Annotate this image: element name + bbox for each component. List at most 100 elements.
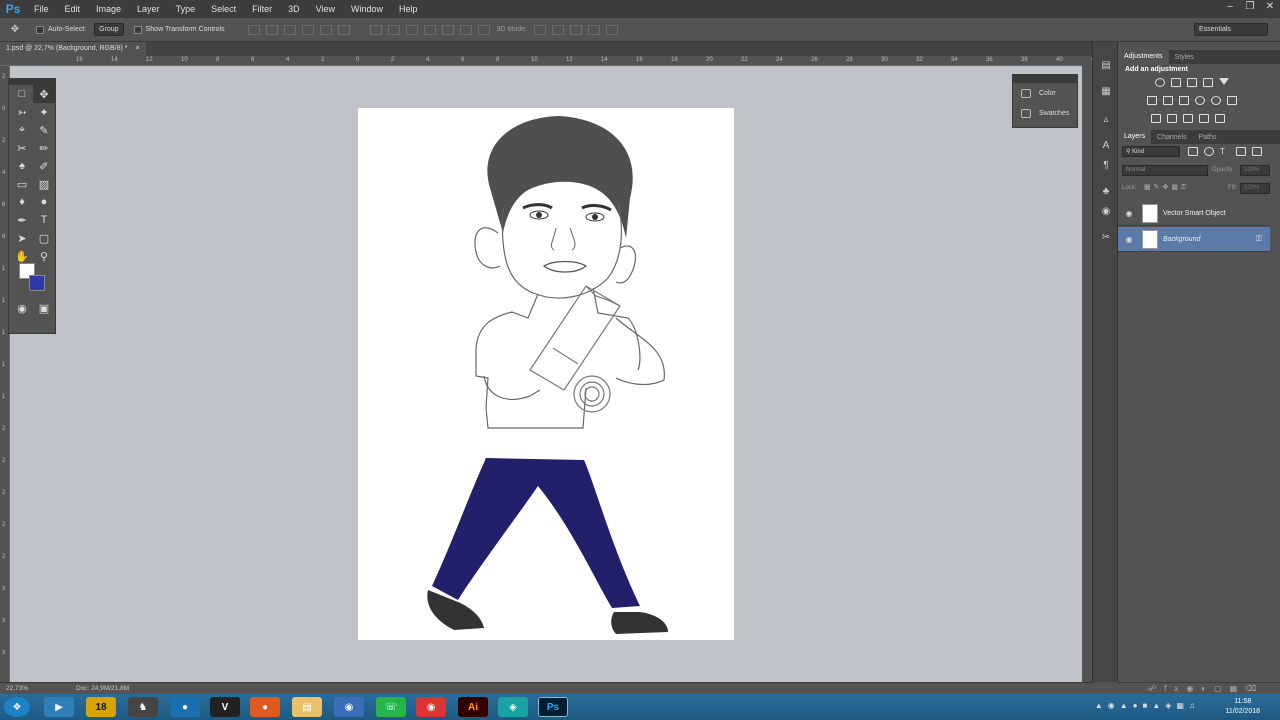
app-icon[interactable]: ◈ [498,697,528,717]
gradient-tool-icon[interactable]: ▨ [33,175,55,193]
lasso-tool-icon[interactable]: ➳ [11,103,33,121]
black-white-icon[interactable] [1179,96,1189,105]
swatches-panel-button[interactable]: Swatches [1013,103,1077,123]
channel-mixer-icon[interactable] [1211,96,1221,105]
system-tray-icon[interactable]: ▲◉▲●■▲◈▦♫ [1095,701,1200,710]
paragraph-panel-icon[interactable]: ¶ [1100,160,1112,172]
3d-rotate-icon[interactable] [533,24,546,35]
distribute-left-icon[interactable] [423,24,436,35]
tab-layers[interactable]: Layers [1118,130,1152,144]
gradient-map-icon[interactable] [1199,114,1209,123]
clock[interactable]: 11:58 11/02/2018 [1225,697,1260,717]
document-canvas[interactable] [358,108,734,640]
align-bottom-icon[interactable] [283,24,296,35]
properties-panel-icon[interactable]: ▦ [1100,86,1112,98]
history-brush-tool-icon[interactable]: ✐ [33,157,55,175]
levels-icon[interactable] [1171,78,1181,87]
hue-saturation-icon[interactable] [1147,96,1157,105]
menu-help[interactable]: Help [391,0,426,18]
align-vcenter-icon[interactable] [265,24,278,35]
firefox-icon[interactable]: ● [250,697,280,717]
background-color-swatch[interactable] [29,275,45,291]
zoom-tool-icon[interactable]: ⚲ [33,247,55,265]
eye-icon[interactable]: ◉ [1122,235,1136,244]
opacity-input[interactable]: 100% [1240,165,1270,176]
pen-tool-icon[interactable]: ✒ [11,211,33,229]
menu-filter[interactable]: Filter [244,0,280,18]
brush-presets-panel-icon[interactable]: ◉ [1100,206,1112,218]
magic-wand-tool-icon[interactable]: ✦ [33,103,55,121]
clone-source-panel-icon[interactable]: ♣ [1100,186,1112,198]
screen-mode-icon[interactable]: ▣ [33,299,55,317]
layer-filter-dropdown[interactable]: ⚲ Kind [1122,146,1180,157]
invert-icon[interactable] [1151,114,1161,123]
tab-adjustments[interactable]: Adjustments [1118,50,1169,64]
align-right-icon[interactable] [337,24,350,35]
dodge-tool-icon[interactable]: ● [33,193,55,211]
threshold-icon[interactable] [1183,114,1193,123]
chrome-icon[interactable]: ◉ [416,697,446,717]
photo-filter-icon[interactable] [1195,96,1205,105]
browser-icon[interactable]: ● [170,697,200,717]
app-icon[interactable]: ♞ [128,697,158,717]
eraser-tool-icon[interactable]: ▭ [11,175,33,193]
3d-scale-icon[interactable] [605,24,618,35]
actions-panel-icon[interactable]: ▵ [1100,114,1112,126]
move-tool-icon[interactable]: ✥ [33,85,55,103]
character-panel-icon[interactable]: A [1100,140,1112,152]
menu-layer[interactable]: Layer [129,0,168,18]
close-tab-icon[interactable]: × [135,45,139,52]
menu-edit[interactable]: Edit [57,0,89,18]
file-explorer-icon[interactable]: ▤ [292,697,322,717]
menu-file[interactable]: File [26,0,57,18]
blend-mode-dropdown[interactable]: Normal [1122,165,1208,176]
mini-panel-header[interactable] [1013,75,1077,83]
healing-brush-tool-icon[interactable]: ✂ [11,139,33,157]
filter-adjustment-icon[interactable] [1204,147,1214,156]
quick-mask-icon[interactable]: ◉ [11,299,33,317]
3d-pan-icon[interactable] [569,24,582,35]
minimize-icon[interactable]: – [1220,0,1240,14]
type-tool-icon[interactable]: T [33,211,55,229]
restore-icon[interactable]: ❐ [1240,0,1260,14]
start-button-icon[interactable]: ❖ [4,697,30,717]
curves-icon[interactable] [1187,78,1197,87]
menu-select[interactable]: Select [203,0,244,18]
close-icon[interactable]: ✕ [1260,0,1280,14]
document-tab[interactable]: 1.psd @ 22,7% (Background, RGB/8) * × [0,42,146,56]
eyedropper-tool-icon[interactable]: ✎ [33,121,55,139]
menu-image[interactable]: Image [88,0,129,18]
layer-row-selected[interactable]: ◉ Background ⚿ [1118,227,1270,252]
distribute-right-icon[interactable] [459,24,472,35]
vibrance-icon[interactable] [1219,78,1229,87]
auto-select-checkbox[interactable] [36,25,44,34]
vectr-icon[interactable]: V [210,697,240,717]
blur-tool-icon[interactable]: ♦ [11,193,33,211]
filter-type-icon[interactable]: T [1220,147,1230,156]
tab-styles[interactable]: Styles [1169,54,1200,61]
layer-row[interactable]: ◉ Vector Smart Object [1118,201,1270,226]
fill-input[interactable]: 100% [1240,183,1270,194]
color-balance-icon[interactable] [1163,96,1173,105]
align-left-icon[interactable] [301,24,314,35]
filter-shape-icon[interactable] [1236,147,1246,156]
move-tool-icon[interactable]: ✥ [0,24,30,35]
marquee-tool-icon[interactable]: □ [11,85,33,103]
illustrator-icon[interactable]: Ai [458,697,488,717]
exposure-icon[interactable] [1203,78,1213,87]
distribute-top-icon[interactable] [369,24,382,35]
auto-align-icon[interactable] [477,24,490,35]
selective-color-icon[interactable] [1215,114,1225,123]
color-panel-button[interactable]: Color [1013,83,1077,103]
lock-options-icon[interactable]: ▩✎✥▦⚿ [1144,183,1189,192]
menu-window[interactable]: Window [343,0,391,18]
tab-paths[interactable]: Paths [1193,134,1223,141]
brightness-contrast-icon[interactable] [1155,78,1165,87]
discord-icon[interactable]: ◉ [334,697,364,717]
crop-tool-icon[interactable]: ⌖ [11,121,33,139]
clone-stamp-tool-icon[interactable]: ♠ [11,157,33,175]
align-top-icon[interactable] [247,24,260,35]
document-size[interactable]: Doc: 24,9M/21,8M [76,685,129,692]
menu-3d[interactable]: 3D [280,0,308,18]
lock-icon[interactable]: ⚿ [1256,234,1262,244]
